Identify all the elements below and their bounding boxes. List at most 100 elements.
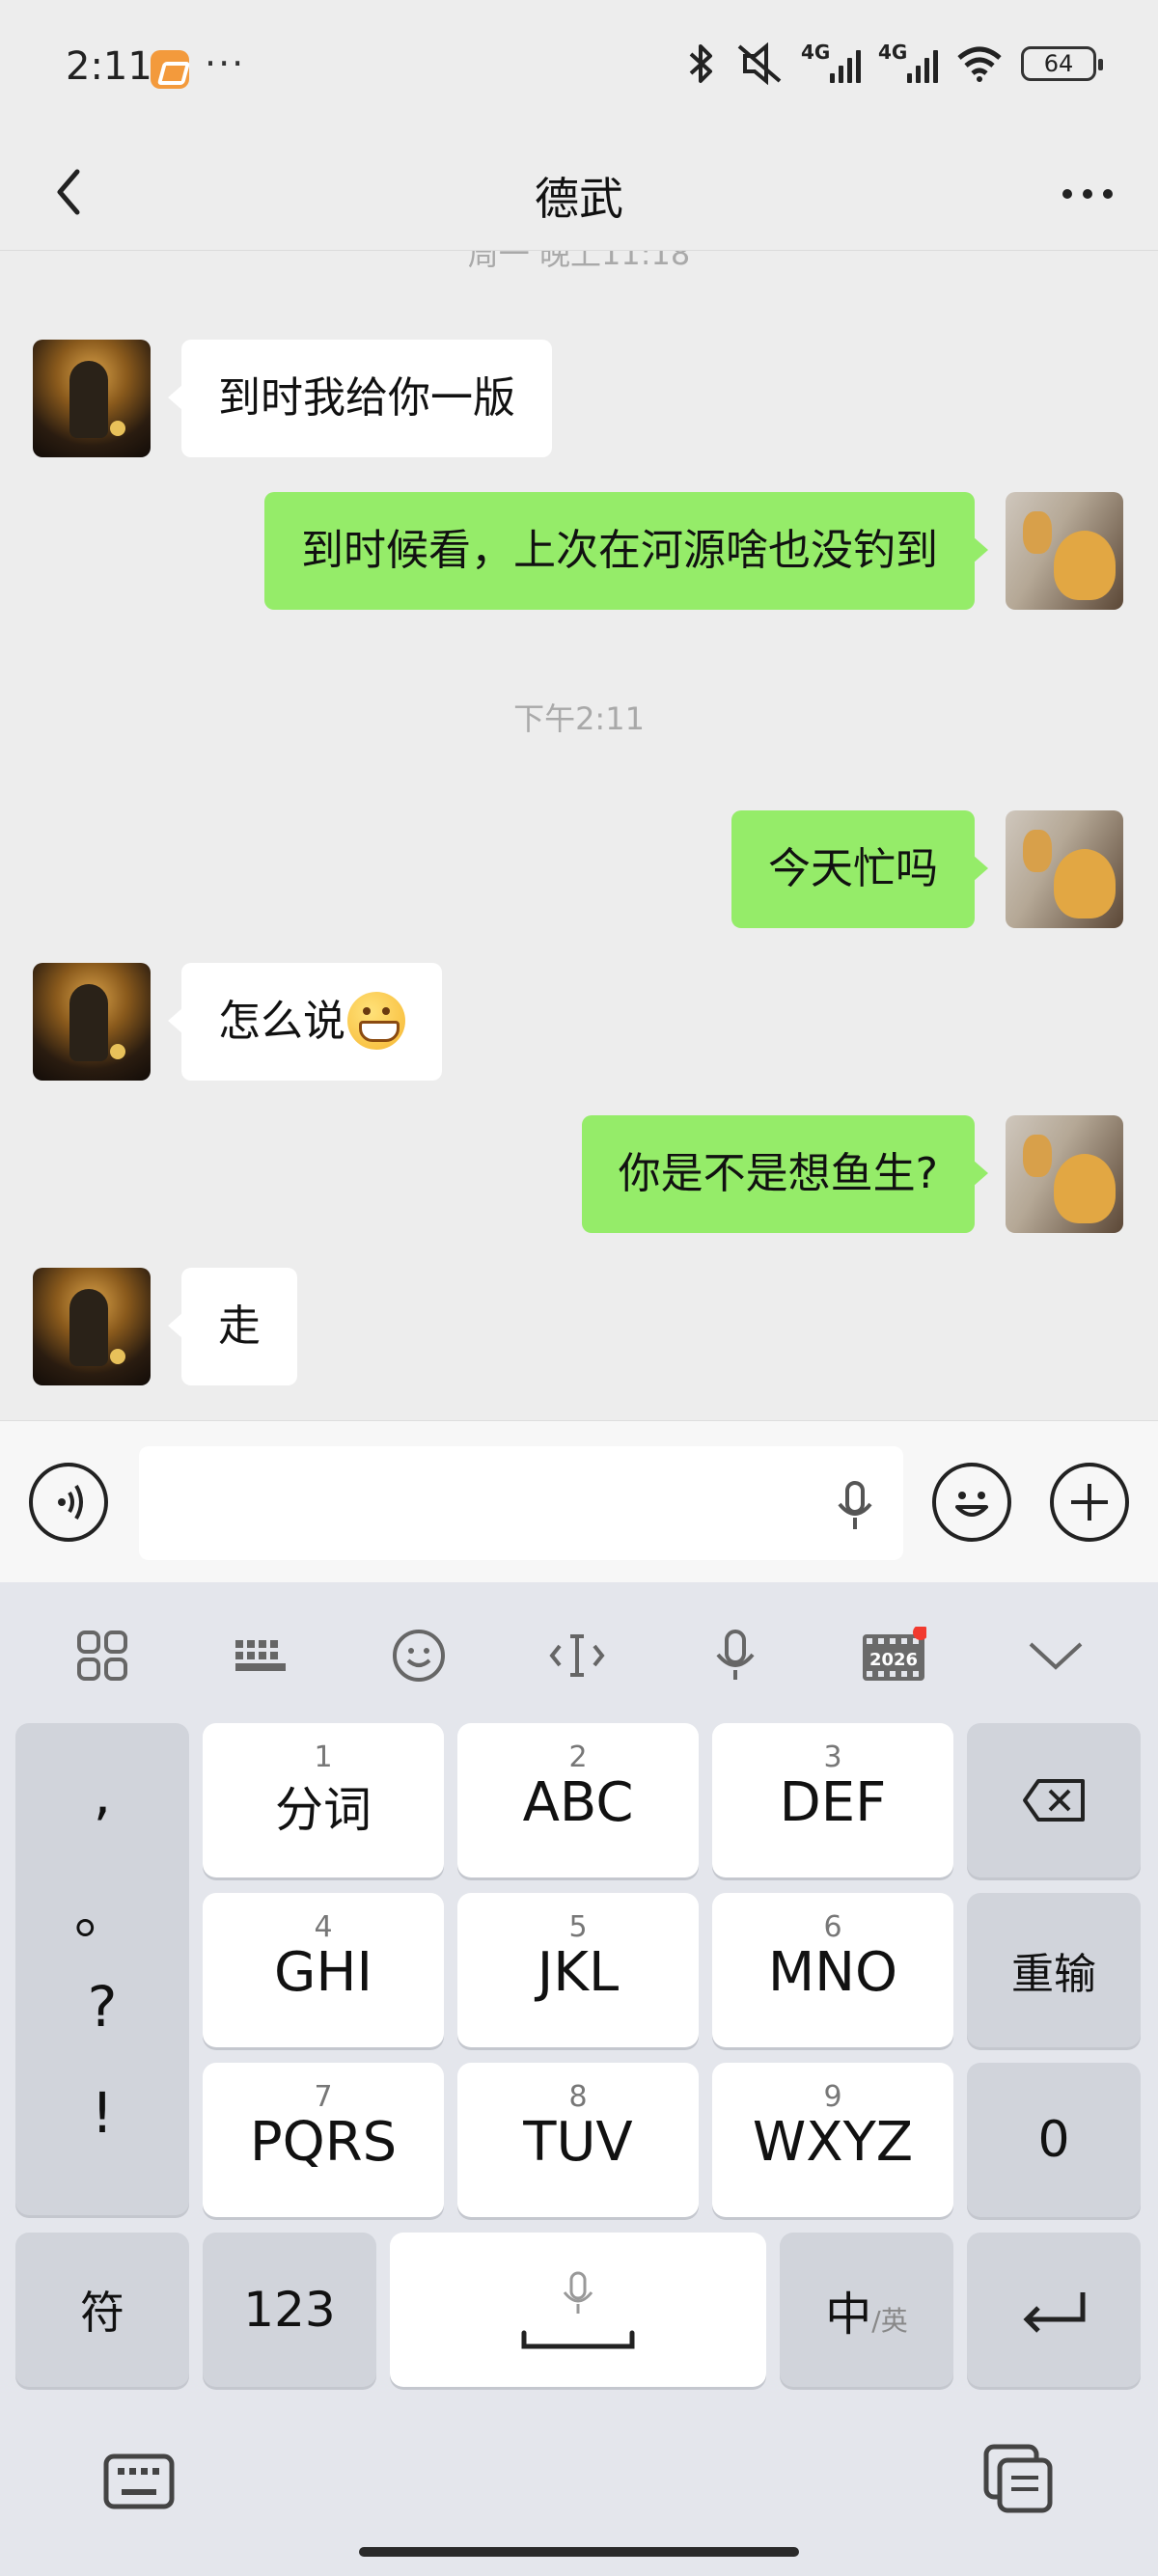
enter-icon <box>1023 2292 1086 2333</box>
timestamp: 下午2:11 <box>513 700 645 737</box>
calendar-2026-icon[interactable]: 2026 <box>859 1625 928 1686</box>
voice-input-button[interactable] <box>29 1463 108 1542</box>
punct-comma[interactable]: , <box>15 1762 189 1827</box>
key-number: 2 <box>568 1740 588 1774</box>
key-0[interactable]: 0 <box>967 2063 1141 2217</box>
key-number: 7 <box>314 2080 333 2114</box>
key-number: 4 <box>314 1910 333 1944</box>
key-number: 1 <box>314 1740 333 1774</box>
key-number: 8 <box>568 2080 588 2114</box>
my-avatar[interactable] <box>1006 1115 1123 1233</box>
key-3-def[interactable]: 3 DEF <box>712 1723 953 1877</box>
message-input-bar <box>0 1420 1158 1582</box>
ime-keyboard: 2026 , 。 ? ! 1 分词 2 ABC 3 DEF 4 GHI 5 JK… <box>0 1582 1158 2576</box>
key-label: 123 <box>243 2282 336 2338</box>
numbers-key[interactable]: 123 <box>203 2233 376 2387</box>
enter-key[interactable] <box>967 2233 1141 2387</box>
key-8-tuv[interactable]: 8 TUV <box>457 2063 699 2217</box>
keyboard-icon[interactable] <box>230 1625 291 1686</box>
message-text: 怎么说 <box>218 997 345 1046</box>
key-1-segment[interactable]: 1 分词 <box>203 1723 444 1877</box>
key-5-jkl[interactable]: 5 JKL <box>457 1893 699 2047</box>
emoji-icon[interactable] <box>388 1625 450 1686</box>
grinning-face-emoji-icon <box>347 992 405 1050</box>
key-label: WXYZ <box>752 2111 914 2174</box>
key-label: ABC <box>522 1771 634 1834</box>
message-bubble-outgoing[interactable]: 今天忙吗 <box>731 810 988 928</box>
chat-message-list[interactable]: 周一 晚上11:18 到时我给你一版 到时候看，上次在河源啥也没钓到 下午2:1… <box>0 251 1158 1420</box>
battery-icon: 64 <box>1021 46 1103 81</box>
punctuation-column[interactable]: , 。 ? ! <box>15 1723 189 2215</box>
key-9-wxyz[interactable]: 9 WXYZ <box>712 2063 953 2217</box>
key-2-abc[interactable]: 2 ABC <box>457 1723 699 1877</box>
mute-icon <box>737 42 782 85</box>
language-switch-key[interactable]: 中/英 <box>780 2233 953 2387</box>
wifi-icon <box>957 46 1002 82</box>
timestamp: 周一 晚上11:18 <box>467 251 691 272</box>
space-key[interactable] <box>390 2233 766 2387</box>
signal-label: 4G <box>801 41 831 64</box>
key-label: 重输 <box>1011 1950 1096 1999</box>
signal-4g-icon: 4G <box>801 41 861 83</box>
cursor-icon[interactable] <box>546 1625 608 1686</box>
friend-avatar[interactable] <box>33 340 151 457</box>
key-6-mno[interactable]: 6 MNO <box>712 1893 953 2047</box>
chat-title: 德武 <box>535 173 623 225</box>
app-notification-icon <box>151 50 189 89</box>
key-label: 分词 <box>275 1782 372 1838</box>
lang-main: 中 <box>825 2288 872 2342</box>
clipboard-icon[interactable] <box>982 2443 1056 2516</box>
punct-exclaim[interactable]: ! <box>15 2080 189 2146</box>
message-bubble-outgoing[interactable]: 到时候看，上次在河源啥也没钓到 <box>264 492 988 610</box>
backspace-icon <box>1023 1779 1085 1822</box>
message-bubble-incoming[interactable]: 走 <box>168 1268 297 1385</box>
my-avatar[interactable] <box>1006 492 1123 610</box>
status-bar: 2:11 ··· 4G 4G 64 <box>0 0 1158 135</box>
friend-avatar[interactable] <box>33 1268 151 1385</box>
key-label: 符 <box>80 2287 124 2339</box>
key-number: 9 <box>823 2080 842 2114</box>
punct-period[interactable]: 。 <box>15 1868 189 1949</box>
key-number: 6 <box>823 1910 842 1944</box>
key-7-pqrs[interactable]: 7 PQRS <box>203 2063 444 2217</box>
message-bubble-outgoing[interactable]: 你是不是想鱼生? <box>581 1115 989 1233</box>
key-number: 5 <box>568 1910 588 1944</box>
reenter-key[interactable]: 重输 <box>967 1893 1141 2047</box>
mic-icon[interactable] <box>836 1479 874 1533</box>
bluetooth-icon <box>689 44 712 83</box>
key-number: 3 <box>823 1740 842 1774</box>
more-notifications-icon: ··· <box>205 42 246 85</box>
key-label: MNO <box>767 1941 898 2004</box>
space-bar-icon <box>521 2330 635 2349</box>
key-4-ghi[interactable]: 4 GHI <box>203 1893 444 2047</box>
grid-icon[interactable] <box>71 1625 133 1686</box>
key-label: PQRS <box>249 2111 398 2174</box>
key-label: JKL <box>537 1941 620 2004</box>
message-bubble-incoming[interactable]: 到时我给你一版 <box>168 340 552 457</box>
battery-level: 64 <box>1043 50 1074 77</box>
calendar-label: 2026 <box>869 1650 918 1670</box>
backspace-key[interactable] <box>967 1723 1141 1877</box>
signal-4g-icon: 4G <box>878 41 938 83</box>
mic-icon[interactable] <box>704 1625 766 1686</box>
home-indicator[interactable] <box>359 2547 799 2557</box>
add-attachment-button[interactable] <box>1050 1463 1129 1542</box>
voice-wave-icon <box>58 1484 83 1521</box>
more-options-icon[interactable] <box>1054 160 1121 228</box>
plus-icon <box>1071 1484 1108 1521</box>
emoji-button[interactable] <box>932 1463 1011 1542</box>
key-label: TUV <box>523 2111 633 2174</box>
punct-question[interactable]: ? <box>15 1974 189 2040</box>
status-time: 2:11 <box>66 44 152 89</box>
keyboard-switch-icon[interactable] <box>102 2451 176 2512</box>
key-label: GHI <box>273 1941 373 2004</box>
signal-label: 4G <box>878 41 908 64</box>
my-avatar[interactable] <box>1006 810 1123 928</box>
message-bubble-incoming[interactable]: 怎么说 <box>168 963 442 1081</box>
message-text-field[interactable] <box>139 1446 903 1560</box>
chevron-down-icon[interactable] <box>1025 1625 1087 1686</box>
lang-alt: /英 <box>871 2305 908 2337</box>
friend-avatar[interactable] <box>33 963 151 1081</box>
symbols-key[interactable]: 符 <box>15 2233 189 2387</box>
space-mic-icon <box>563 2271 593 2314</box>
